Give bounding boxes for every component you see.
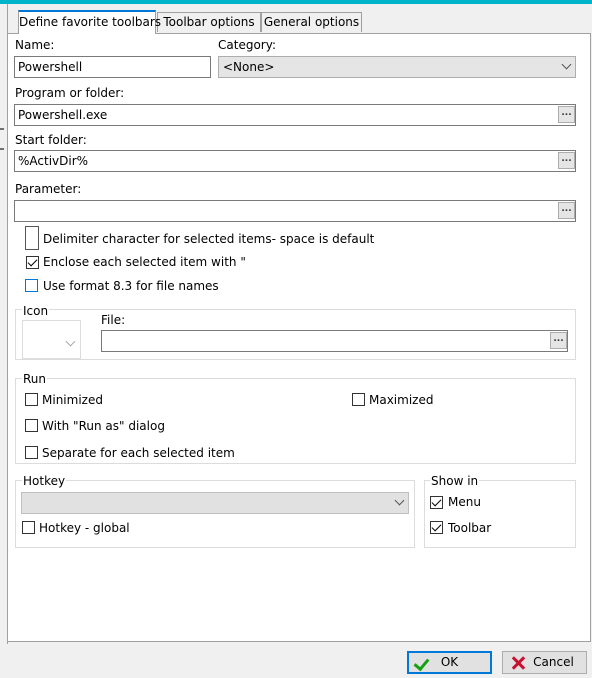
delimiter-label: Delimiter character for selected items- … xyxy=(43,232,375,246)
tab-toolbar-options[interactable]: Toolbar options xyxy=(157,12,261,32)
chevron-down-icon xyxy=(561,59,572,70)
delimiter-input[interactable] xyxy=(25,226,39,250)
cancel-button[interactable]: Cancel xyxy=(502,651,587,674)
window-accent-strip xyxy=(0,0,592,4)
show-in-toolbar-checkbox[interactable] xyxy=(430,521,443,534)
hotkey-group-label: Hotkey xyxy=(22,474,67,488)
tab-general-options[interactable]: General options xyxy=(261,12,362,32)
ok-button[interactable]: OK xyxy=(407,651,492,674)
ok-label: OK xyxy=(440,655,459,669)
enclose-label: Enclose each selected item with " xyxy=(43,255,246,269)
maximized-label: Maximized xyxy=(369,393,434,407)
minimized-label: Minimized xyxy=(42,393,103,407)
icon-file-browse-button[interactable]: ... xyxy=(550,332,567,349)
format83-checkbox[interactable] xyxy=(25,279,38,292)
icon-select[interactable] xyxy=(22,320,81,359)
parameter-label: Parameter: xyxy=(15,182,82,196)
maximized-checkbox[interactable] xyxy=(352,393,365,406)
parameter-input[interactable] xyxy=(14,200,576,222)
category-select[interactable]: <None> xyxy=(218,56,576,78)
start-folder-label: Start folder: xyxy=(15,133,87,147)
left-splitter-mark xyxy=(0,148,4,150)
hotkey-group xyxy=(15,480,415,548)
checkmark-icon xyxy=(413,654,430,672)
hotkey-global-label: Hotkey - global xyxy=(39,521,130,535)
category-value: <None> xyxy=(223,60,275,74)
program-input[interactable]: Powershell.exe xyxy=(14,104,576,126)
chevron-down-icon xyxy=(394,495,405,506)
start-folder-value: %ActivDir% xyxy=(18,154,89,168)
left-splitter-mark xyxy=(0,128,4,130)
run-as-label: With "Run as" dialog xyxy=(42,419,165,433)
show-in-menu-label: Menu xyxy=(448,495,481,509)
start-folder-input[interactable]: %ActivDir% xyxy=(14,150,576,172)
file-label: File: xyxy=(101,313,126,327)
category-label: Category: xyxy=(218,38,276,52)
tab-define-favorite-toolbars[interactable]: Define favorite toolbars xyxy=(18,10,161,34)
show-in-toolbar-label: Toolbar xyxy=(448,521,492,535)
show-in-group xyxy=(424,480,576,548)
icon-group-label: Icon xyxy=(22,304,50,318)
start-folder-browse-button[interactable]: ... xyxy=(558,152,575,169)
hotkey-global-checkbox[interactable] xyxy=(22,521,35,534)
minimized-checkbox[interactable] xyxy=(25,393,38,406)
run-group-label: Run xyxy=(22,372,48,386)
program-value: Powershell.exe xyxy=(18,108,108,122)
separate-checkbox[interactable] xyxy=(25,446,38,459)
hotkey-select[interactable] xyxy=(21,492,409,514)
tab-label: General options xyxy=(263,15,360,29)
show-in-menu-checkbox[interactable] xyxy=(430,496,443,509)
icon-file-input[interactable] xyxy=(101,330,568,352)
run-as-checkbox[interactable] xyxy=(25,419,38,432)
name-label: Name: xyxy=(15,38,55,52)
enclose-checkbox[interactable] xyxy=(26,256,39,269)
parameter-browse-button[interactable]: ... xyxy=(558,202,575,219)
tab-label: Toolbar options xyxy=(163,15,255,29)
chevron-down-icon xyxy=(65,336,76,347)
separate-label: Separate for each selected item xyxy=(42,446,235,460)
tab-label: Define favorite toolbars xyxy=(19,15,162,29)
format83-label: Use format 8.3 for file names xyxy=(43,279,219,293)
program-browse-button[interactable]: ... xyxy=(558,106,575,123)
name-input[interactable]: Powershell xyxy=(14,56,211,78)
show-in-group-label: Show in xyxy=(430,474,480,488)
program-label: Program or folder: xyxy=(15,86,125,100)
close-icon xyxy=(511,656,525,670)
